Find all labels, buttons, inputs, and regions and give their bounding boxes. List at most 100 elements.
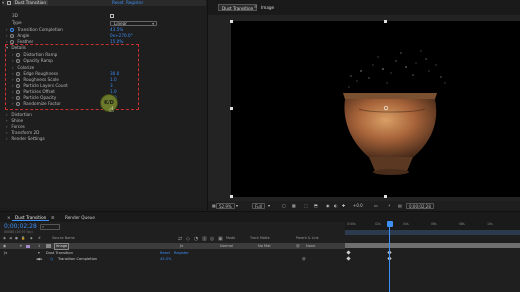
row-type: Type Linear ▾ [12, 20, 202, 26]
layer-duration-bar[interactable] [345, 243, 520, 248]
eye-icon[interactable]: ◉ [3, 243, 6, 249]
label: Transform 2D [11, 130, 40, 135]
mode-dropdown[interactable]: Normal [220, 243, 233, 249]
fast-preview-icon[interactable]: ⚡ [388, 203, 391, 209]
layer-name[interactable]: Image [54, 243, 70, 250]
label: Distortion [11, 112, 32, 117]
reset-link[interactable]: Reset [112, 0, 124, 6]
tab-layer[interactable]: Image [258, 4, 277, 11]
effect-header[interactable]: ▾ Dust Transition Reset Register [2, 0, 206, 6]
fx-toggle-icon[interactable] [7, 1, 12, 5]
source-name-header[interactable]: Source Name [52, 236, 75, 240]
mask-icon[interactable]: ⬚ [304, 203, 308, 209]
viewer-tab-bar: Dust Transition ≡ Image [208, 0, 520, 15]
reset-exposure-icon[interactable]: ▭ [374, 203, 378, 209]
type-value: Linear [114, 20, 128, 26]
resolution-dropdown[interactable]: Full [252, 202, 265, 209]
ruler-tick: 10s [487, 222, 493, 226]
expand-arrow-icon[interactable]: › [6, 136, 10, 142]
region-icon[interactable]: ▢ [282, 203, 286, 209]
frame-count: 00088 (29.97 fps) [4, 230, 33, 234]
chevron-down-icon: ▾ [268, 202, 271, 208]
ruler-tick: 08s [459, 222, 465, 226]
row-3d: 3D [12, 13, 202, 19]
zoom-dropdown[interactable]: 52.9% [216, 202, 235, 209]
transparency-grid-icon[interactable]: ▩ [292, 203, 296, 209]
label: Type [12, 20, 22, 25]
timeline-icon[interactable]: ▤ [398, 203, 402, 209]
lock-icon[interactable]: 🔒 [21, 236, 25, 240]
work-area-bar[interactable] [345, 230, 520, 235]
vase-image [343, 50, 446, 175]
expand-arrow-icon[interactable]: ▾ [2, 0, 6, 6]
number-column: # [38, 236, 41, 240]
solo-icon[interactable]: ● [15, 236, 18, 240]
composition-canvas[interactable] [231, 21, 520, 197]
audio-icon[interactable]: ◀ [9, 236, 12, 240]
parent-dropdown[interactable]: None [306, 243, 315, 249]
label-color-icon: ◆ [30, 236, 33, 240]
dust-particles [348, 50, 446, 88]
transform-handle[interactable] [230, 20, 233, 23]
lock-icon[interactable]: ≡ [254, 4, 258, 9]
property-row[interactable]: ◂◆▸ ◷ Transition Completion 43.5% @ [0, 256, 345, 262]
layer-row[interactable]: ◉ ▾ 1 Image ƒx Normal No Mat @ None [0, 243, 345, 250]
label-color-icon[interactable] [26, 244, 30, 248]
layer-number: 1 [38, 244, 41, 248]
type-dropdown[interactable]: Linear ▾ [110, 20, 157, 26]
current-timecode[interactable]: 0;00;02;28 [4, 223, 37, 230]
exposure-value[interactable]: +0.0 [353, 203, 363, 209]
label: Transition Completion [17, 27, 63, 32]
track-matte-dropdown[interactable]: No Mat [258, 243, 271, 249]
layer-columns-header: ◉ ◀ ● 🔒 ◆ # Source Name Mode Track Matte… [0, 236, 345, 242]
ruler-tick: 06s [431, 222, 437, 226]
parent-pickwhip-icon[interactable]: @ [296, 243, 300, 249]
pickwhip-icon[interactable]: @ [302, 256, 306, 262]
tab-comp[interactable]: Dust Transition [218, 4, 258, 11]
tab-dust-transition[interactable]: Dust Transition [12, 214, 50, 221]
label: Render Settings [11, 136, 45, 141]
ruler-tick: 04s [403, 222, 409, 226]
playhead[interactable] [389, 221, 390, 292]
playhead-handle[interactable] [386, 221, 393, 227]
chevron-down-icon: ▾ [152, 21, 154, 26]
track-matte-header: Track Matte [250, 236, 270, 240]
viewer-timecode[interactable]: 0;00;02;28 [406, 202, 434, 209]
transform-handle[interactable] [230, 195, 233, 198]
transform-handle[interactable] [230, 107, 233, 110]
parent-link-header: Parent & Link [296, 236, 319, 240]
property-value[interactable]: 43.5% [160, 256, 171, 262]
channel-icon[interactable]: ✚ [342, 203, 345, 209]
3d-checkbox[interactable] [110, 14, 114, 18]
ruler-tick: 0:00s [347, 222, 356, 226]
label: 3D [12, 13, 18, 18]
eye-icon[interactable]: ◉ [3, 236, 6, 240]
stopwatch-icon[interactable]: ◷ [50, 256, 53, 262]
keyframe-nav-icon[interactable]: ◂◆▸ [36, 256, 42, 262]
label: Forces [11, 124, 25, 129]
tab-render-queue[interactable]: Render Queue [62, 214, 98, 221]
image-thumbnail-icon [46, 244, 51, 248]
transform-handle[interactable] [384, 20, 387, 23]
show-snapshot-icon[interactable]: ◐ [334, 203, 338, 209]
chevron-down-icon: ▾ [236, 202, 239, 208]
3d-view-icon[interactable]: ⬒ [314, 203, 318, 209]
highlight-box [5, 44, 139, 110]
fx-switch-icon[interactable]: ƒx [180, 243, 183, 249]
effect-name: Dust Transition [12, 0, 48, 5]
effect-controls-panel: ▾ Dust Transition Reset Register 3D Type… [0, 0, 207, 208]
stopwatch-icon[interactable] [10, 28, 14, 32]
stopwatch-icon[interactable] [10, 34, 14, 38]
transform-handle[interactable] [384, 195, 387, 198]
time-ruler[interactable]: 0:00s 02s 04s 06s 08s 10s [345, 221, 520, 230]
row-render-settings[interactable]: › Render Settings [6, 136, 202, 142]
mode-header: Mode [226, 236, 236, 240]
viewer-toolbar: ▦ 52.9% ▾ Full ▾ ▢ ▩ ⬚ ⬒ ◉ ◐ ✚ +0.0 ▭ ⚡ … [208, 201, 520, 210]
snapshot-icon[interactable]: ◉ [326, 203, 330, 209]
expand-arrow-icon[interactable]: ▾ [20, 243, 22, 249]
menu-icon[interactable]: ≡ [48, 214, 58, 221]
register-link[interactable]: Register [126, 0, 143, 6]
ruler-tick: 02s [375, 222, 381, 226]
label: Shine [11, 118, 24, 123]
property-name: Transition Completion [58, 257, 98, 261]
